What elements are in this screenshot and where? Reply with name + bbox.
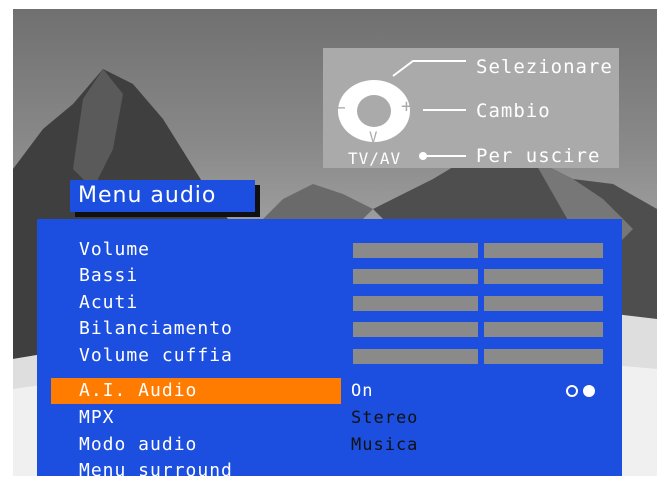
modo-audio-value: Musica xyxy=(351,435,419,455)
bilanciamento-bar-right xyxy=(484,322,603,337)
tv-screen: Λ V − + Selezionare Cambio Per uscire TV… xyxy=(13,9,657,476)
volume-cuffia-bar-right xyxy=(484,349,603,364)
menu-item-label: Acuti xyxy=(79,292,139,313)
help-exit-label: Per uscire xyxy=(476,145,601,167)
volume-cuffia-bar-left xyxy=(353,349,478,364)
menu-item-volume-cuffia[interactable]: Volume cuffia xyxy=(37,343,622,369)
menu-item-acuti[interactable]: Acuti xyxy=(37,290,622,316)
bilanciamento-bar-left xyxy=(353,322,478,337)
menu-title: Menu audio xyxy=(70,180,255,212)
menu-item-label: A.I. Audio xyxy=(79,380,198,401)
audio-menu-panel: Volume Bassi Acuti Bilanciamento Volume … xyxy=(37,219,622,476)
menu-item-mpx[interactable]: MPX Stereo xyxy=(37,405,622,431)
menu-item-label: MPX xyxy=(79,407,115,428)
menu-item-ai-audio[interactable]: A.I. Audio On xyxy=(37,378,622,404)
volume-bar-right xyxy=(484,243,603,258)
acuti-bar-left xyxy=(353,296,478,311)
acuti-bar-right xyxy=(484,296,603,311)
bassi-bar-right xyxy=(484,269,603,284)
help-box: Λ V − + Selezionare Cambio Per uscire TV… xyxy=(323,48,619,168)
tv-av-label: TV/AV xyxy=(348,149,402,168)
radio-off-icon[interactable] xyxy=(566,385,578,397)
bassi-bar-left xyxy=(353,269,478,284)
menu-item-bassi[interactable]: Bassi xyxy=(37,263,622,289)
menu-item-label: Volume cuffia xyxy=(79,345,233,366)
ai-audio-value: On xyxy=(351,381,374,401)
radio-on-icon[interactable] xyxy=(583,385,595,397)
menu-item-label: Menu surround xyxy=(79,460,233,476)
mpx-value: Stereo xyxy=(351,408,419,428)
volume-bar-left xyxy=(353,243,478,258)
menu-item-label: Bassi xyxy=(79,265,139,286)
menu-item-label: Volume xyxy=(79,239,151,260)
help-change-label: Cambio xyxy=(476,100,551,122)
help-select-label: Selezionare xyxy=(476,56,613,78)
menu-item-label: Bilanciamento xyxy=(79,318,233,339)
menu-item-menu-surround[interactable]: Menu surround xyxy=(37,458,622,476)
menu-item-modo-audio[interactable]: Modo audio Musica xyxy=(37,432,622,458)
menu-item-volume[interactable]: Volume xyxy=(37,237,622,263)
menu-item-bilanciamento[interactable]: Bilanciamento xyxy=(37,316,622,342)
menu-item-label: Modo audio xyxy=(79,434,198,455)
